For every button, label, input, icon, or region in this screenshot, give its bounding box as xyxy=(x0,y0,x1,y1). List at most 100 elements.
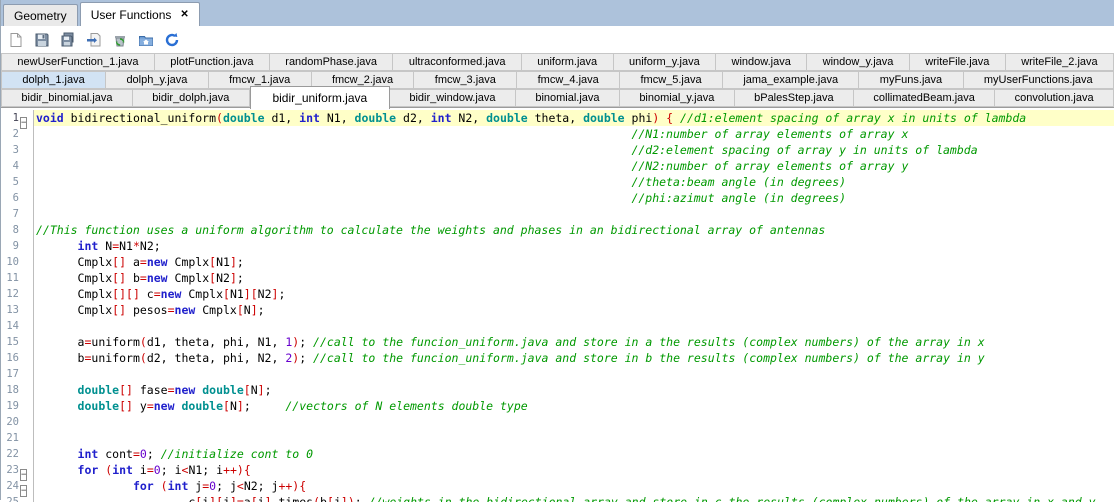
code-text[interactable]: a=uniform(d1, theta, phi, N1, 1); //call… xyxy=(34,334,1114,350)
toolbar xyxy=(1,26,1114,53)
line-number: 24 xyxy=(6,478,19,494)
file-tab[interactable]: writeFile.java xyxy=(910,53,1006,71)
file-tab-row: newUserFunction_1.javaplotFunction.javar… xyxy=(1,53,1114,71)
import-icon[interactable] xyxy=(84,30,104,50)
code-text[interactable]: //N2:number of array elements of array y xyxy=(34,158,1114,174)
gutter: 12 xyxy=(1,286,34,302)
code-text[interactable] xyxy=(34,366,1114,382)
file-tab[interactable]: myFuns.java xyxy=(859,71,963,89)
line-number: 17 xyxy=(6,366,19,382)
file-tab[interactable]: window_y.java xyxy=(807,53,910,71)
code-text[interactable]: //theta:beam angle (in degrees) xyxy=(34,174,1114,190)
gutter: 15 xyxy=(1,334,34,350)
window-tab-geometry[interactable]: Geometry xyxy=(3,4,78,26)
code-line: 21 xyxy=(1,430,1114,446)
code-line: 12 Cmplx[][] c=new Cmplx[N1][N2]; xyxy=(1,286,1114,302)
code-text[interactable] xyxy=(34,430,1114,446)
file-tab[interactable]: jama_example.java xyxy=(723,71,859,89)
file-tab[interactable]: binomial.java xyxy=(516,89,620,107)
file-tab[interactable]: plotFunction.java xyxy=(155,53,270,71)
file-tab[interactable]: bidir_uniform.java xyxy=(250,86,390,109)
file-tab[interactable]: myUserFunctions.java xyxy=(964,71,1114,89)
code-text[interactable]: Cmplx[] b=new Cmplx[N2]; xyxy=(34,270,1114,286)
gutter: 7 xyxy=(1,206,34,222)
file-tab[interactable]: uniform.java xyxy=(522,53,614,71)
line-number: 16 xyxy=(6,350,19,366)
window-tab-user-functions[interactable]: User Functions ✕ xyxy=(80,2,200,26)
file-tab[interactable]: fmcw_5.java xyxy=(620,71,723,89)
gutter: 19 xyxy=(1,398,34,414)
file-tab[interactable]: dolph_1.java xyxy=(1,71,106,89)
close-icon[interactable]: ✕ xyxy=(180,10,188,20)
code-text[interactable]: double[] y=new double[N]; //vectors of N… xyxy=(34,398,1114,414)
code-text[interactable]: for (int i=0; i<N1; i++){ xyxy=(34,462,1114,478)
code-text[interactable] xyxy=(34,206,1114,222)
code-text[interactable]: for (int j=0; j<N2; j++){ xyxy=(34,478,1114,494)
code-line: 7 xyxy=(1,206,1114,222)
code-line: 20 xyxy=(1,414,1114,430)
line-number: 14 xyxy=(6,318,19,334)
code-text[interactable]: //phi:azimut angle (in degrees) xyxy=(34,190,1114,206)
code-editor[interactable]: 1−void bidirectional_uniform(double d1, … xyxy=(1,108,1114,502)
file-tab[interactable]: dolph_y.java xyxy=(106,71,209,89)
line-number: 25 xyxy=(6,494,19,502)
gutter: 2 xyxy=(1,126,34,142)
code-text[interactable]: int cont=0; //initialize cont to 0 xyxy=(34,446,1114,462)
save-all-icon[interactable] xyxy=(58,30,78,50)
code-text[interactable]: //This function uses a uniform algorithm… xyxy=(34,222,1114,238)
code-line: 5 //theta:beam angle (in degrees) xyxy=(1,174,1114,190)
code-line: 22 int cont=0; //initialize cont to 0 xyxy=(1,446,1114,462)
line-number: 20 xyxy=(6,414,19,430)
refresh-icon[interactable] xyxy=(162,30,182,50)
code-line: 23− for (int i=0; i<N1; i++){ xyxy=(1,462,1114,478)
code-text[interactable]: Cmplx[][] c=new Cmplx[N1][N2]; xyxy=(34,286,1114,302)
file-tab[interactable]: fmcw_3.java xyxy=(414,71,517,89)
gutter: 1− xyxy=(1,110,34,126)
recycle-icon[interactable] xyxy=(110,30,130,50)
save-icon[interactable] xyxy=(32,30,52,50)
line-number: 9 xyxy=(13,238,19,254)
gutter: 22 xyxy=(1,446,34,462)
code-text[interactable]: //N1:number of array elements of array x xyxy=(34,126,1114,142)
file-tab[interactable]: binomial_y.java xyxy=(620,89,735,107)
code-text[interactable]: Cmplx[] a=new Cmplx[N1]; xyxy=(34,254,1114,270)
line-number: 3 xyxy=(13,142,19,158)
line-number: 2 xyxy=(13,126,19,142)
code-line: 2 //N1:number of array elements of array… xyxy=(1,126,1114,142)
code-text[interactable]: void bidirectional_uniform(double d1, in… xyxy=(34,110,1114,126)
file-tab[interactable]: bidir_window.java xyxy=(390,89,516,107)
gutter: 11 xyxy=(1,270,34,286)
file-tab[interactable]: collimatedBeam.java xyxy=(854,89,995,107)
code-text[interactable]: c[i][j]=a[i].times(b[j]); //weights in t… xyxy=(34,494,1114,502)
line-number: 1 xyxy=(13,110,19,126)
file-tab[interactable]: window.java xyxy=(716,53,807,71)
file-tab[interactable]: bPalesStep.java xyxy=(735,89,854,107)
code-text[interactable] xyxy=(34,318,1114,334)
code-text[interactable]: Cmplx[] pesos=new Cmplx[N]; xyxy=(34,302,1114,318)
home-folder-icon[interactable] xyxy=(136,30,156,50)
code-text[interactable] xyxy=(34,414,1114,430)
new-file-icon[interactable] xyxy=(6,30,26,50)
gutter: 5 xyxy=(1,174,34,190)
file-tab[interactable]: bidir_binomial.java xyxy=(1,89,133,107)
file-tab[interactable]: fmcw_4.java xyxy=(517,71,620,89)
file-tab[interactable]: uniform_y.java xyxy=(614,53,717,71)
gutter: 3 xyxy=(1,142,34,158)
code-text[interactable]: b=uniform(d2, theta, phi, N2, 2); //call… xyxy=(34,350,1114,366)
gutter: 20 xyxy=(1,414,34,430)
file-tab[interactable]: bidir_dolph.java xyxy=(133,89,250,107)
line-number: 13 xyxy=(6,302,19,318)
line-number: 10 xyxy=(6,254,19,270)
code-text[interactable]: int N=N1*N2; xyxy=(34,238,1114,254)
file-tab[interactable]: convolution.java xyxy=(995,89,1114,107)
file-tab[interactable]: writeFile_2.java xyxy=(1006,53,1114,71)
file-tab-strip: newUserFunction_1.javaplotFunction.javar… xyxy=(1,53,1114,108)
code-text[interactable]: //d2:element spacing of array y in units… xyxy=(34,142,1114,158)
file-tab[interactable]: ultraconformed.java xyxy=(393,53,521,71)
file-tab[interactable]: randomPhase.java xyxy=(270,53,394,71)
line-number: 23 xyxy=(6,462,19,478)
line-number: 6 xyxy=(13,190,19,206)
code-text[interactable]: double[] fase=new double[N]; xyxy=(34,382,1114,398)
file-tab[interactable]: newUserFunction_1.java xyxy=(1,53,155,71)
gutter: 16 xyxy=(1,350,34,366)
